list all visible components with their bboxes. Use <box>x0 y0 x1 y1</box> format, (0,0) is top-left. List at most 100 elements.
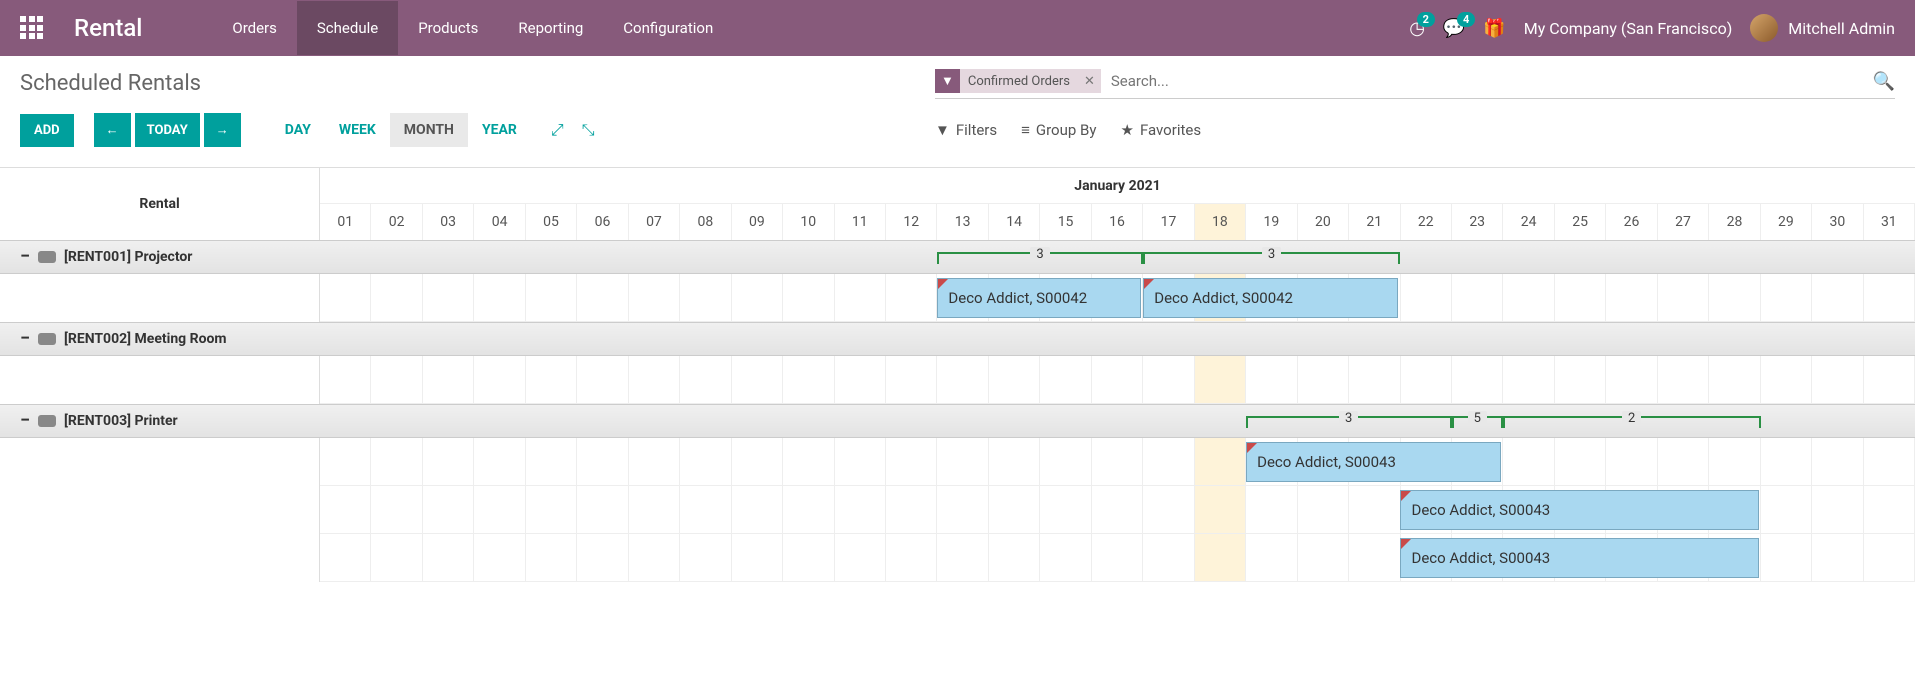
gantt-cell[interactable] <box>783 438 834 485</box>
gantt-cell[interactable] <box>680 534 731 581</box>
gantt-cell[interactable] <box>732 486 783 533</box>
gantt-cell[interactable] <box>1812 356 1863 403</box>
gantt-cell[interactable] <box>1195 438 1246 485</box>
view-day[interactable]: DAY <box>271 113 325 147</box>
gantt-cell[interactable] <box>835 534 886 581</box>
gift-icon[interactable]: 🎁 <box>1483 18 1505 39</box>
view-month[interactable]: MONTH <box>390 113 468 147</box>
gantt-cell[interactable] <box>680 486 731 533</box>
gantt-cell[interactable] <box>423 534 474 581</box>
gantt-cell[interactable] <box>1864 534 1915 581</box>
gantt-cell[interactable] <box>732 356 783 403</box>
gantt-cell[interactable] <box>1761 534 1812 581</box>
gantt-cell[interactable] <box>886 534 937 581</box>
gantt-cell[interactable] <box>783 274 834 321</box>
gantt-cell[interactable] <box>1040 534 1091 581</box>
gantt-cell[interactable] <box>423 486 474 533</box>
gantt-cell[interactable] <box>1864 356 1915 403</box>
view-week[interactable]: WEEK <box>325 113 390 147</box>
clock-icon[interactable]: ◷2 <box>1409 18 1425 39</box>
gantt-cell[interactable] <box>835 274 886 321</box>
gantt-cell[interactable] <box>1401 356 1452 403</box>
nav-link-orders[interactable]: Orders <box>212 1 297 55</box>
gantt-cell[interactable] <box>680 356 731 403</box>
search-input[interactable] <box>1107 68 1873 94</box>
next-button[interactable]: → <box>204 113 241 147</box>
collapse-toggle[interactable]: − <box>20 248 30 266</box>
gantt-cell[interactable] <box>1709 356 1760 403</box>
gantt-cell[interactable] <box>1864 486 1915 533</box>
gantt-cell[interactable] <box>629 534 680 581</box>
gantt-bar[interactable]: Deco Addict, S00042 <box>937 278 1141 318</box>
gantt-cell[interactable] <box>1401 274 1452 321</box>
gantt-cell[interactable] <box>783 486 834 533</box>
gantt-cell[interactable] <box>577 438 628 485</box>
gantt-cell[interactable] <box>886 274 937 321</box>
gantt-cell[interactable] <box>1040 438 1091 485</box>
gantt-cell[interactable] <box>732 534 783 581</box>
gantt-cell[interactable] <box>320 274 371 321</box>
gantt-cell[interactable] <box>835 438 886 485</box>
gantt-cell[interactable] <box>629 274 680 321</box>
gantt-cell[interactable] <box>1606 356 1657 403</box>
gantt-cell[interactable] <box>1195 534 1246 581</box>
gantt-cell[interactable] <box>1092 356 1143 403</box>
gantt-cell[interactable] <box>371 486 422 533</box>
gantt-cell[interactable] <box>371 438 422 485</box>
gantt-cell[interactable] <box>1503 356 1554 403</box>
gantt-cell[interactable] <box>423 274 474 321</box>
gantt-cell[interactable] <box>526 274 577 321</box>
gantt-cell[interactable] <box>835 486 886 533</box>
gantt-cell[interactable] <box>474 356 525 403</box>
app-brand[interactable]: Rental <box>74 14 142 42</box>
gantt-cell[interactable] <box>937 534 988 581</box>
gantt-cell[interactable] <box>423 438 474 485</box>
gantt-cell[interactable] <box>1709 438 1760 485</box>
gantt-cell[interactable] <box>680 274 731 321</box>
gantt-cell[interactable] <box>1092 486 1143 533</box>
collapse-toggle[interactable]: − <box>20 412 30 430</box>
gantt-cell[interactable] <box>1298 486 1349 533</box>
gantt-cell[interactable] <box>320 356 371 403</box>
gantt-cell[interactable] <box>526 438 577 485</box>
gantt-cell[interactable] <box>680 438 731 485</box>
gantt-cell[interactable] <box>371 274 422 321</box>
gantt-cell[interactable] <box>526 356 577 403</box>
gantt-cell[interactable] <box>474 486 525 533</box>
gantt-cell[interactable] <box>1864 274 1915 321</box>
gantt-cell[interactable] <box>835 356 886 403</box>
gantt-cell[interactable] <box>629 438 680 485</box>
gantt-cell[interactable] <box>577 486 628 533</box>
gantt-cell[interactable] <box>1349 356 1400 403</box>
gantt-cell[interactable] <box>371 356 422 403</box>
gantt-cell[interactable] <box>320 438 371 485</box>
gantt-cell[interactable] <box>989 486 1040 533</box>
gantt-cell[interactable] <box>1812 486 1863 533</box>
gantt-cell[interactable] <box>1761 356 1812 403</box>
prev-button[interactable]: ← <box>94 113 131 147</box>
gantt-cell[interactable] <box>989 356 1040 403</box>
gantt-cell[interactable] <box>1143 534 1194 581</box>
gantt-cell[interactable] <box>1555 274 1606 321</box>
favorites-dropdown[interactable]: ★Favorites <box>1120 121 1201 139</box>
gantt-cell[interactable] <box>1812 534 1863 581</box>
gantt-cell[interactable] <box>526 486 577 533</box>
gantt-cell[interactable] <box>629 356 680 403</box>
gantt-cell[interactable] <box>1555 438 1606 485</box>
gantt-cell[interactable] <box>1246 356 1297 403</box>
gantt-cell[interactable] <box>1761 274 1812 321</box>
gantt-cell[interactable] <box>1452 274 1503 321</box>
gantt-cell[interactable] <box>1709 274 1760 321</box>
gantt-cell[interactable] <box>886 438 937 485</box>
gantt-cell[interactable] <box>1092 534 1143 581</box>
gantt-cell[interactable] <box>1658 274 1709 321</box>
filters-dropdown[interactable]: ▼Filters <box>935 121 997 139</box>
gantt-cell[interactable] <box>1761 486 1812 533</box>
gantt-cell[interactable] <box>937 486 988 533</box>
chat-icon[interactable]: 💬4 <box>1443 18 1465 39</box>
gantt-cell[interactable] <box>1658 356 1709 403</box>
gantt-cell[interactable] <box>989 534 1040 581</box>
gantt-cell[interactable] <box>783 534 834 581</box>
search-icon[interactable]: 🔍 <box>1873 71 1895 92</box>
nav-link-reporting[interactable]: Reporting <box>498 1 603 55</box>
